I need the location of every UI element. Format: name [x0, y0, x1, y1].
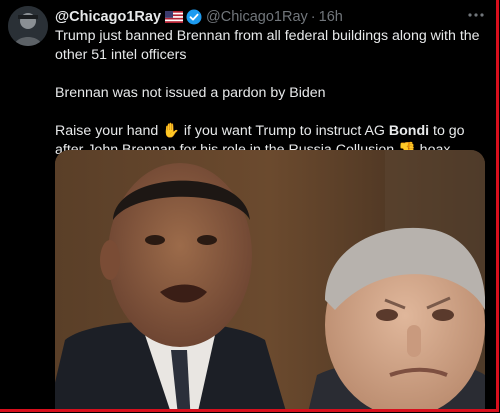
tweet-text: Trump just banned Brennan from all feder… — [55, 27, 485, 160]
tweet-header: @Chicago1Ray @Chicago1Ray · 16h — [55, 8, 484, 26]
display-name[interactable]: @Chicago1Ray — [55, 9, 161, 25]
line3-part-a: Raise your hand — [55, 123, 163, 139]
tweet-line-1: Trump just banned Brennan from all feder… — [55, 28, 480, 63]
verified-badge-icon[interactable] — [186, 9, 202, 25]
line3-part-b: if you want Trump to instruct AG — [179, 123, 389, 139]
handle[interactable]: @Chicago1Ray — [206, 9, 308, 25]
separator-dot: · — [310, 9, 316, 25]
tweet-line-2: Brennan was not issued a pardon by Biden — [55, 85, 326, 101]
more-options-icon[interactable] — [465, 6, 487, 24]
tweet-card: @Chicago1Ray @Chicago1Ray · 16h Trump ju… — [0, 0, 499, 412]
avatar[interactable] — [8, 6, 48, 46]
us-flag-icon — [165, 11, 184, 23]
timestamp[interactable]: 16h — [319, 9, 343, 25]
tweet-photo[interactable] — [55, 150, 485, 409]
bold-name: Bondi — [388, 123, 430, 139]
raised-hand-emoji: ✋ — [162, 123, 180, 139]
